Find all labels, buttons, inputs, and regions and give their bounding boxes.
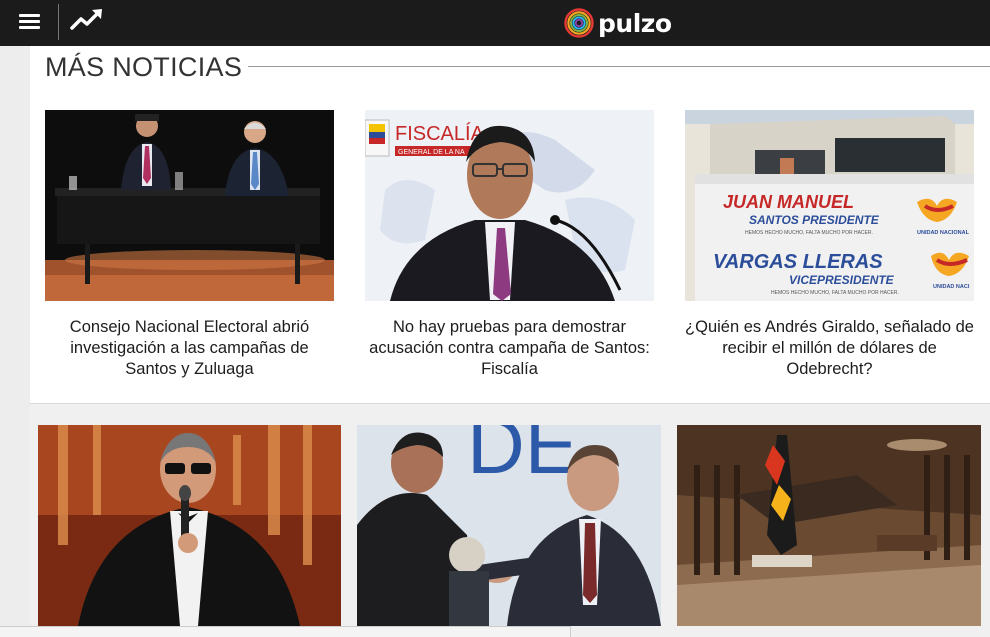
news-card[interactable]: JUAN MANUEL SANTOS PRESIDENTE HEMOS HECH… bbox=[685, 110, 974, 380]
news-card-image[interactable]: FISCALÍA GENERAL DE LA NA bbox=[365, 110, 654, 301]
news-card[interactable]: Consejo Nacional Electoral abrió investi… bbox=[45, 110, 334, 380]
fiscalia-sign-subtext: GENERAL DE LA NA bbox=[398, 149, 465, 156]
news-card-image[interactable] bbox=[38, 425, 341, 626]
trending-up-icon[interactable] bbox=[69, 7, 105, 33]
top-bar: pulzo bbox=[0, 0, 990, 46]
banner-party-1: UNIDAD NACIONAL bbox=[917, 230, 970, 236]
banner-line-4: VARGAS LLERAS bbox=[713, 251, 883, 273]
news-card-image[interactable]: JUAN MANUEL SANTOS PRESIDENTE HEMOS HECH… bbox=[685, 110, 974, 301]
news-card-image[interactable]: DE bbox=[357, 425, 661, 626]
mas-noticias-section: MÁS NOTICIAS Consejo Nacional Electoral … bbox=[30, 46, 990, 404]
hotel-lobby-photo bbox=[677, 425, 981, 626]
banner-line-5: VICEPRESIDENTE bbox=[789, 273, 895, 287]
backdrop-text: DE bbox=[467, 425, 578, 490]
news-card-image[interactable] bbox=[45, 110, 334, 301]
site-logo[interactable]: pulzo bbox=[564, 8, 672, 38]
topbar-divider bbox=[58, 4, 59, 40]
hamburger-icon[interactable] bbox=[14, 11, 46, 35]
news-card-headline[interactable]: No hay pruebas para demostrar acusación … bbox=[365, 317, 654, 380]
news-card-image[interactable] bbox=[677, 425, 981, 626]
banner-line-6: HEMOS HECHO MUCHO, FALTA MUCHO POR HACER… bbox=[771, 290, 899, 296]
left-gutter bbox=[0, 46, 30, 636]
section-title: MÁS NOTICIAS bbox=[45, 52, 249, 83]
banner-line-1: JUAN MANUEL bbox=[723, 192, 854, 212]
fiscalia-sign-text: FISCALÍA bbox=[395, 122, 485, 145]
logo-mark-icon bbox=[564, 8, 594, 38]
status-bar bbox=[0, 626, 571, 637]
banner-line-2: SANTOS PRESIDENTE bbox=[749, 213, 880, 227]
news-card-headline[interactable]: Consejo Nacional Electoral abrió investi… bbox=[45, 317, 334, 380]
banner-party-2: UNIDAD NACI bbox=[933, 284, 970, 290]
news-card-headline[interactable]: ¿Quién es Andrés Giraldo, señalado de re… bbox=[685, 317, 974, 380]
handshake-photo: DE bbox=[357, 425, 661, 626]
news-card[interactable]: FISCALÍA GENERAL DE LA NA No hay pruebas… bbox=[365, 110, 654, 380]
banner-line-3: HEMOS HECHO MUCHO, FALTA MUCHO POR HACER… bbox=[745, 230, 873, 236]
logo-text: pulzo bbox=[598, 8, 672, 38]
section-title-rule bbox=[208, 66, 990, 67]
jack-nicholson-photo bbox=[38, 425, 341, 626]
